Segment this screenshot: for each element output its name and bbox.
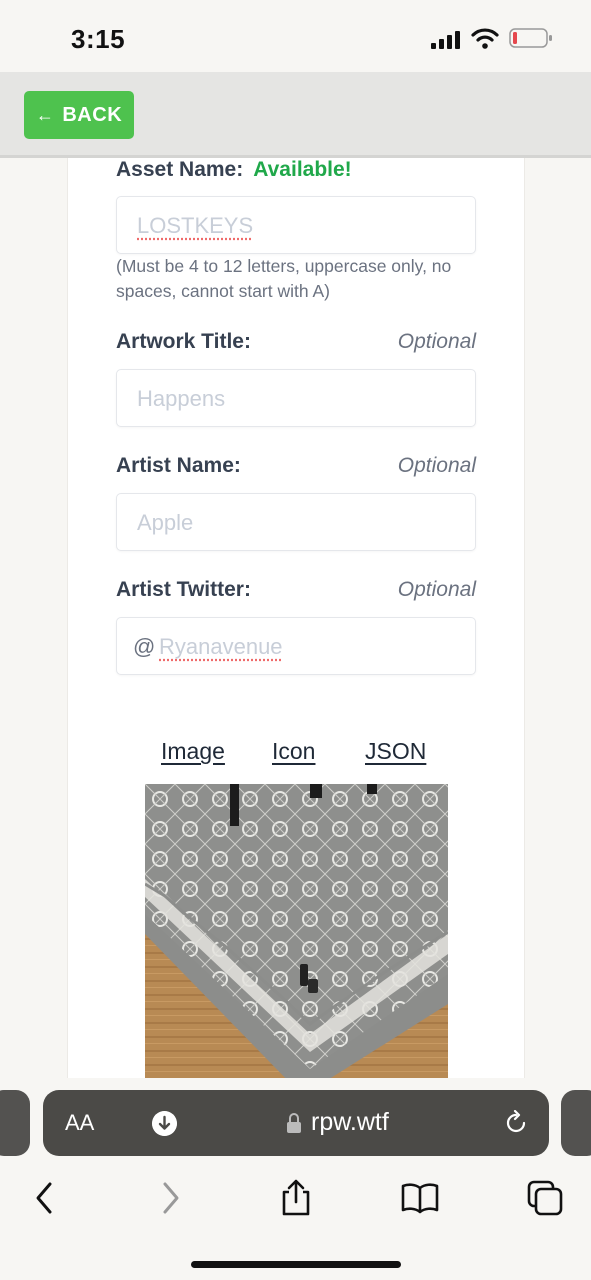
download-icon[interactable] [152, 1111, 177, 1136]
tab-json[interactable]: JSON [365, 738, 426, 765]
url-host: rpw.wtf [311, 1108, 389, 1137]
chevron-right-icon[interactable] [150, 1178, 190, 1218]
artist-twitter-placeholder: Ryanavenue [159, 634, 283, 660]
battery-icon [509, 27, 553, 49]
share-icon[interactable] [276, 1178, 316, 1218]
arrow-left-icon: ← [36, 106, 55, 124]
artist-name-placeholder: Apple [137, 510, 193, 536]
book-icon[interactable] [400, 1178, 440, 1218]
previous-tab-pill[interactable] [0, 1090, 30, 1156]
back-button[interactable]: ← BACK [24, 91, 134, 139]
cellular-signal-icon [431, 31, 461, 49]
address-bar[interactable]: AA rpw.wtf [43, 1090, 549, 1156]
form-card: Asset Name: Available! LOSTKEYS (Must be … [67, 158, 525, 1088]
back-label: BACK [62, 104, 122, 127]
artwork-preview-image [145, 784, 448, 1088]
availability-status: Available! [253, 158, 351, 181]
chevron-left-icon[interactable] [24, 1178, 64, 1218]
artwork-title-label: Artwork Title: [116, 330, 251, 354]
asset-name-label: Asset Name: Available! [116, 158, 352, 182]
preview-tabs: Image Icon JSON [68, 738, 526, 774]
lock-icon [286, 1112, 302, 1134]
asset-name-value: LOSTKEYS [137, 213, 253, 239]
status-bar: 3:15 [0, 0, 591, 72]
top-header: ← BACK [0, 72, 591, 158]
wifi-icon [471, 27, 499, 49]
reload-icon[interactable] [503, 1110, 529, 1136]
artist-twitter-optional: Optional [398, 578, 476, 602]
asset-name-label-text: Asset Name: [116, 158, 243, 181]
browser-toolbar: AA rpw.wtf [0, 1078, 591, 1280]
artist-name-input[interactable]: Apple [116, 493, 476, 551]
status-time: 3:15 [71, 24, 125, 55]
at-prefix: @ [133, 634, 155, 660]
asset-name-hint: (Must be 4 to 12 letters, uppercase only… [116, 254, 486, 304]
next-tab-pill[interactable] [561, 1090, 591, 1156]
artist-name-optional: Optional [398, 454, 476, 478]
asset-name-input[interactable]: LOSTKEYS [116, 196, 476, 254]
home-indicator [191, 1261, 401, 1268]
artist-twitter-input[interactable]: @ Ryanavenue [116, 617, 476, 675]
artist-twitter-label: Artist Twitter: [116, 578, 251, 602]
tab-icon[interactable]: Icon [272, 738, 315, 765]
artwork-title-placeholder: Happens [137, 386, 225, 412]
reader-settings-button[interactable]: AA [65, 1110, 94, 1136]
artwork-title-input[interactable]: Happens [116, 369, 476, 427]
artwork-title-optional: Optional [398, 330, 476, 354]
artist-name-label: Artist Name: [116, 454, 241, 478]
tabs-icon[interactable] [525, 1178, 565, 1218]
tab-image[interactable]: Image [161, 738, 225, 765]
